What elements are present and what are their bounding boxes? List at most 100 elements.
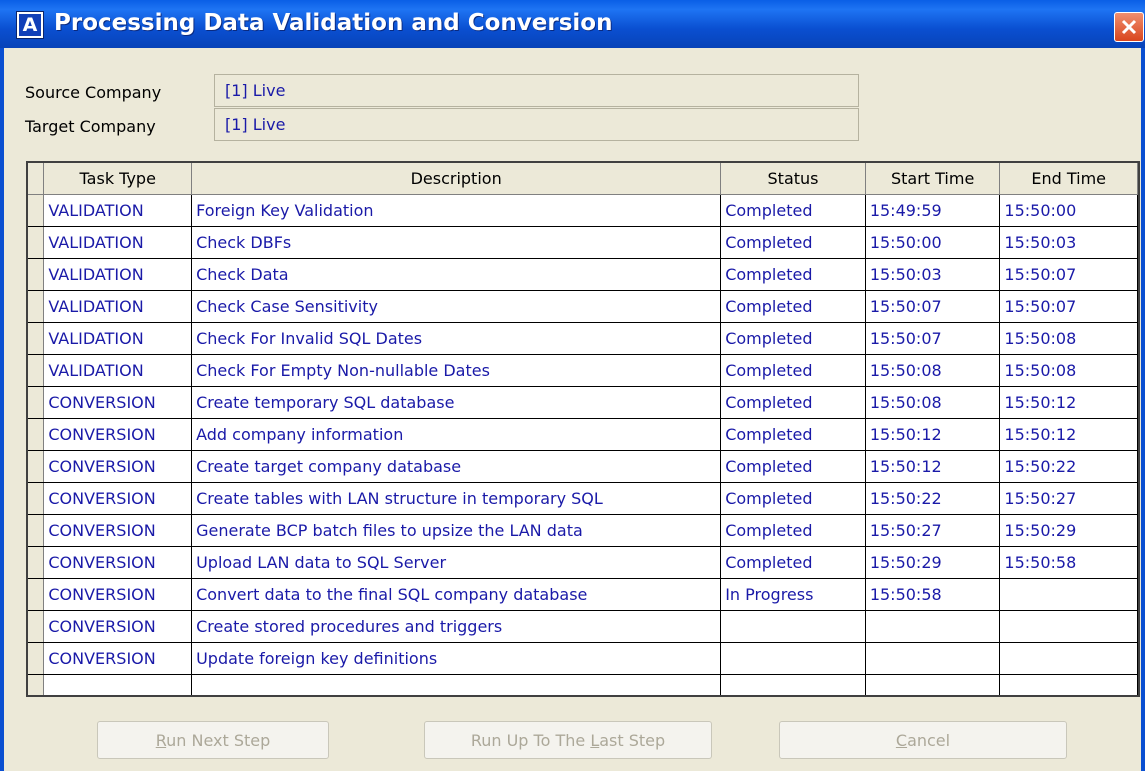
table-row[interactable]: CONVERSION Add company information Complet… — [28, 418, 1138, 451]
task-type-cell[interactable]: CONVERSION — [43, 546, 193, 579]
task-type-cell[interactable]: CONVERSION — [43, 610, 193, 643]
description-cell[interactable]: Upload LAN data to SQL Server — [191, 546, 722, 579]
status-cell[interactable]: Completed — [720, 482, 866, 515]
task-type-cell[interactable]: VALIDATION — [43, 290, 193, 323]
task-type-cell[interactable]: VALIDATION — [43, 226, 193, 259]
end-time-cell[interactable]: 15:50:12 — [999, 386, 1138, 419]
table-row[interactable]: VALIDATION Check DBFs Completed 15:50:00 15:… — [28, 226, 1138, 259]
end-time-cell[interactable]: 15:50:07 — [999, 258, 1138, 291]
row-selector[interactable] — [28, 194, 45, 227]
description-cell[interactable]: Check DBFs — [191, 226, 722, 259]
start-time-cell[interactable]: 15:49:59 — [865, 194, 1001, 227]
row-selector[interactable] — [28, 610, 45, 643]
start-time-cell[interactable]: 15:50:03 — [865, 258, 1001, 291]
start-time-cell[interactable]: 15:50:00 — [865, 226, 1001, 259]
description-cell[interactable]: Create target company database — [191, 450, 722, 483]
status-cell[interactable] — [720, 642, 866, 675]
task-grid[interactable]: Task Type Description Status Start Time … — [26, 161, 1140, 697]
row-selector[interactable] — [28, 450, 45, 483]
end-time-cell[interactable] — [999, 578, 1138, 611]
start-time-cell[interactable]: 15:50:29 — [865, 546, 1001, 579]
table-row[interactable]: VALIDATION Check Case Sensitivity Complete… — [28, 290, 1138, 323]
end-time-cell[interactable]: 15:50:07 — [999, 290, 1138, 323]
table-row[interactable]: CONVERSION Create target company database… — [28, 450, 1138, 483]
start-time-cell[interactable]: 15:50:08 — [865, 386, 1001, 419]
description-cell[interactable]: Add company information — [191, 418, 722, 451]
table-row[interactable]: CONVERSION Create temporary SQL database C… — [28, 386, 1138, 419]
column-header-description[interactable]: Description — [191, 163, 722, 195]
start-time-cell[interactable] — [865, 610, 1001, 643]
end-time-cell[interactable]: 15:50:27 — [999, 482, 1138, 515]
task-type-cell[interactable]: CONVERSION — [43, 418, 193, 451]
description-cell[interactable]: Check For Invalid SQL Dates — [191, 322, 722, 355]
description-cell[interactable]: Check Case Sensitivity — [191, 290, 722, 323]
end-time-cell[interactable]: 15:50:22 — [999, 450, 1138, 483]
status-cell[interactable]: Completed — [720, 514, 866, 547]
row-selector[interactable] — [28, 226, 45, 259]
status-cell[interactable] — [720, 610, 866, 643]
start-time-cell[interactable]: 15:50:07 — [865, 290, 1001, 323]
task-type-cell[interactable]: CONVERSION — [43, 450, 193, 483]
start-time-cell[interactable]: 15:50:12 — [865, 450, 1001, 483]
description-cell[interactable]: Create stored procedures and triggers — [191, 610, 722, 643]
column-header-start-time[interactable]: Start Time — [865, 163, 1001, 195]
description-cell[interactable] — [191, 674, 722, 695]
table-row[interactable]: CONVERSION Create stored procedures and t… — [28, 610, 1138, 643]
start-time-cell[interactable] — [865, 674, 1001, 695]
description-cell[interactable]: Convert data to the final SQL company da… — [191, 578, 722, 611]
task-type-cell[interactable] — [43, 674, 193, 695]
start-time-cell[interactable]: 15:50:12 — [865, 418, 1001, 451]
status-cell[interactable]: Completed — [720, 194, 866, 227]
end-time-cell[interactable]: 15:50:03 — [999, 226, 1138, 259]
start-time-cell[interactable]: 15:50:07 — [865, 322, 1001, 355]
status-cell[interactable]: Completed — [720, 258, 866, 291]
start-time-cell[interactable]: 15:50:27 — [865, 514, 1001, 547]
start-time-cell[interactable]: 15:50:08 — [865, 354, 1001, 387]
table-row[interactable]: CONVERSION Upload LAN data to SQL Server C… — [28, 546, 1138, 579]
end-time-cell[interactable]: 15:50:08 — [999, 354, 1138, 387]
end-time-cell[interactable]: 15:50:08 — [999, 322, 1138, 355]
task-type-cell[interactable]: CONVERSION — [43, 514, 193, 547]
row-selector[interactable] — [28, 642, 45, 675]
description-cell[interactable]: Foreign Key Validation — [191, 194, 722, 227]
end-time-cell[interactable]: 15:50:00 — [999, 194, 1138, 227]
task-type-cell[interactable]: CONVERSION — [43, 642, 193, 675]
table-row[interactable]: CONVERSION Convert data to the final SQL … — [28, 578, 1138, 611]
description-cell[interactable]: Check Data — [191, 258, 722, 291]
cancel-button[interactable]: Cancel — [779, 721, 1067, 759]
row-selector[interactable] — [28, 674, 45, 695]
run-up-to-last-step-button[interactable]: Run Up To The Last Step — [424, 721, 712, 759]
end-time-cell[interactable]: 15:50:12 — [999, 418, 1138, 451]
row-selector[interactable] — [28, 386, 45, 419]
status-cell[interactable]: In Progress — [720, 578, 866, 611]
table-row[interactable]: VALIDATION Check Data Completed 15:50:03 15:… — [28, 258, 1138, 291]
end-time-cell[interactable] — [999, 674, 1138, 695]
status-cell[interactable]: Completed — [720, 290, 866, 323]
task-type-cell[interactable]: VALIDATION — [43, 258, 193, 291]
row-selector[interactable] — [28, 546, 45, 579]
task-type-cell[interactable]: CONVERSION — [43, 578, 193, 611]
start-time-cell[interactable] — [865, 642, 1001, 675]
start-time-cell[interactable]: 15:50:58 — [865, 578, 1001, 611]
table-row[interactable]: VALIDATION Foreign Key Validation Complete… — [28, 194, 1138, 227]
close-button[interactable] — [1114, 12, 1144, 42]
status-cell[interactable]: Completed — [720, 546, 866, 579]
table-row[interactable]: VALIDATION Check For Invalid SQL Dates Com… — [28, 322, 1138, 355]
row-selector[interactable] — [28, 514, 45, 547]
row-selector[interactable] — [28, 482, 45, 515]
end-time-cell[interactable]: 15:50:58 — [999, 546, 1138, 579]
task-type-cell[interactable]: CONVERSION — [43, 482, 193, 515]
row-selector[interactable] — [28, 418, 45, 451]
start-time-cell[interactable]: 15:50:22 — [865, 482, 1001, 515]
row-selector[interactable] — [28, 290, 45, 323]
row-selector[interactable] — [28, 354, 45, 387]
column-header-end-time[interactable]: End Time — [999, 163, 1138, 195]
run-next-step-button[interactable]: Run Next Step — [97, 721, 329, 759]
table-row[interactable]: VALIDATION Check For Empty Non-nullable D… — [28, 354, 1138, 387]
status-cell[interactable]: Completed — [720, 386, 866, 419]
end-time-cell[interactable]: 15:50:29 — [999, 514, 1138, 547]
table-row[interactable]: CONVERSION Update foreign key definitions — [28, 642, 1138, 675]
title-bar[interactable]: A Processing Data Validation and Convers… — [0, 0, 1145, 48]
description-cell[interactable]: Update foreign key definitions — [191, 642, 722, 675]
status-cell[interactable]: Completed — [720, 322, 866, 355]
